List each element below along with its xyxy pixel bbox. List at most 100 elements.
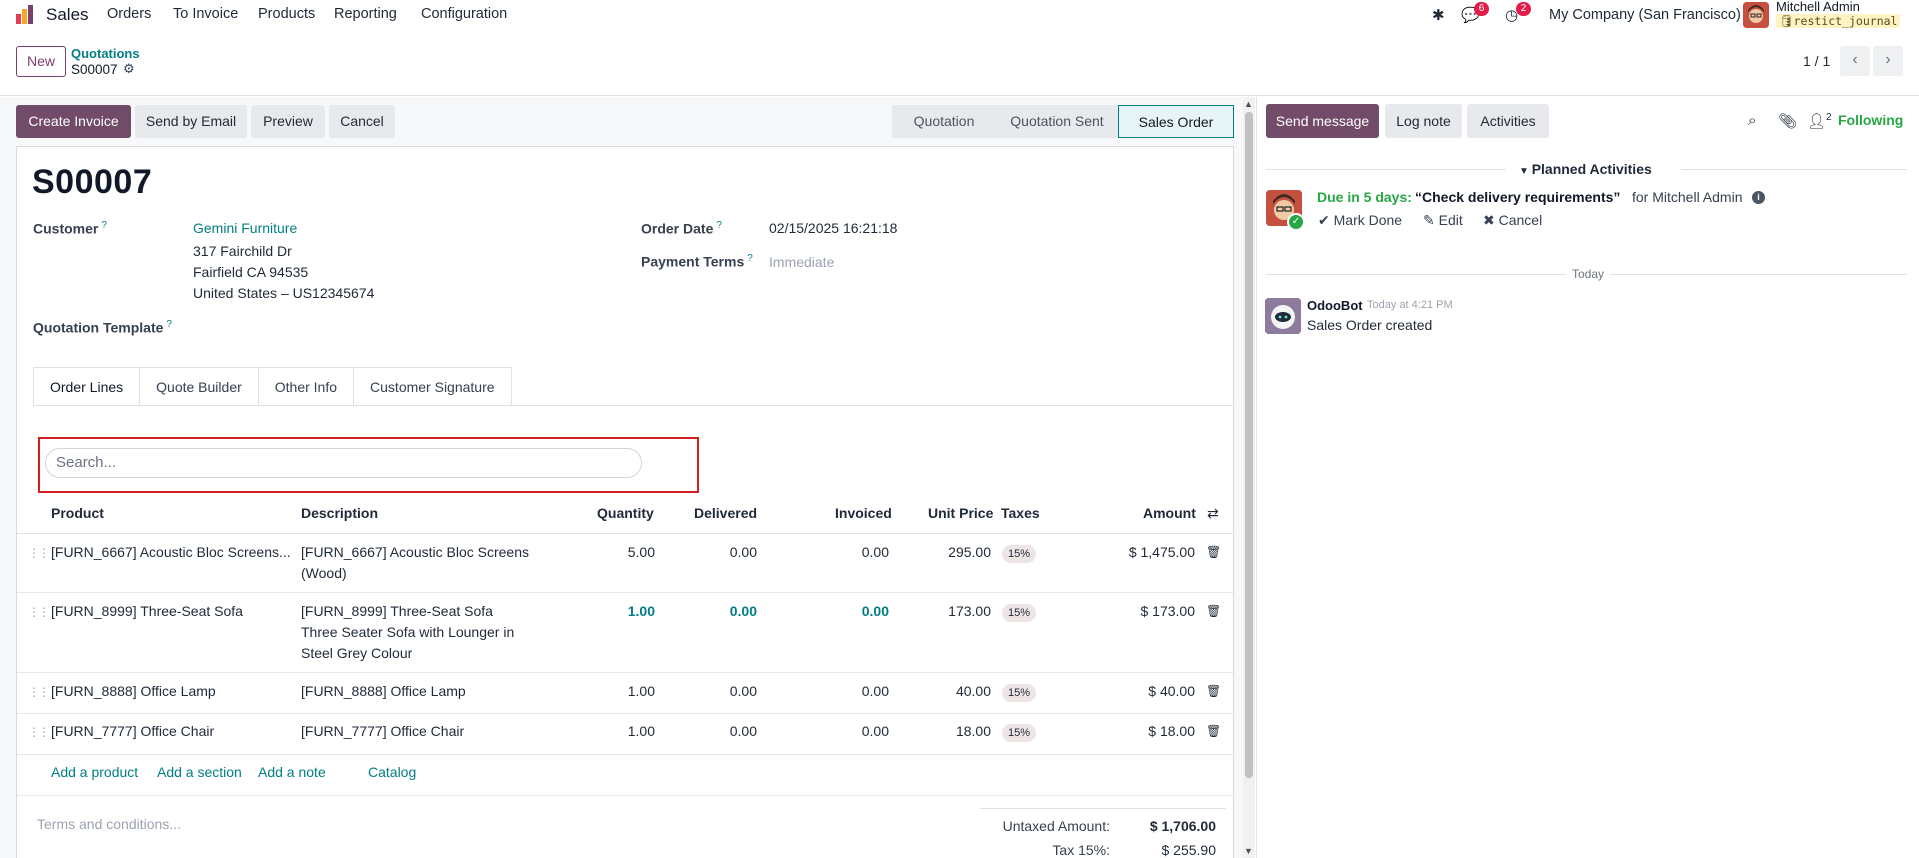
search-icon[interactable]: ⌕: [1748, 112, 1756, 129]
new-button[interactable]: New: [16, 46, 66, 77]
send-by-email-button[interactable]: Send by Email: [135, 105, 247, 138]
messages-icon[interactable]: 💬 6: [1461, 2, 1489, 24]
activities-button[interactable]: Activities: [1467, 104, 1549, 138]
row-quantity[interactable]: 5.00: [575, 542, 655, 563]
row-description[interactable]: [FURN_8999] Three-Seat Sofa Three Seater…: [301, 601, 531, 664]
row-tax-badge[interactable]: 15%: [1002, 604, 1037, 622]
row-unit-price[interactable]: 18.00: [911, 721, 991, 742]
template-help-icon[interactable]: ?: [166, 319, 172, 330]
create-invoice-button[interactable]: Create Invoice: [16, 105, 131, 138]
user-avatar[interactable]: [1743, 2, 1769, 28]
status-quotation-sent[interactable]: Quotation Sent: [996, 105, 1118, 138]
terms-and-conditions-field[interactable]: Terms and conditions...: [37, 816, 181, 832]
payment-terms-help-icon[interactable]: ?: [747, 253, 753, 264]
column-settings-icon[interactable]: ⇄: [1207, 505, 1219, 522]
add-note-link[interactable]: Add a note: [258, 764, 326, 780]
customer-help-icon[interactable]: ?: [101, 220, 107, 231]
cancel-activity-button[interactable]: ✖ Cancel: [1483, 212, 1542, 229]
row-quantity[interactable]: 1.00: [575, 601, 655, 622]
row-tax-badge[interactable]: 15%: [1002, 545, 1037, 563]
tab-other-info[interactable]: Other Info: [257, 367, 355, 406]
edit-activity-button[interactable]: ✎ Edit: [1423, 212, 1463, 229]
menu-orders[interactable]: Orders: [107, 6, 151, 22]
drag-handle-icon[interactable]: ⋮⋮: [28, 546, 50, 560]
info-icon[interactable]: i: [1752, 191, 1765, 204]
sales-app-icon[interactable]: [14, 4, 36, 26]
row-tax-badge[interactable]: 15%: [1002, 684, 1037, 702]
drag-handle-icon[interactable]: ⋮⋮: [28, 605, 50, 619]
column-taxes[interactable]: Taxes: [1001, 505, 1040, 521]
scroll-down-arrow-icon[interactable]: ▼: [1244, 846, 1253, 856]
order-date-value[interactable]: 02/15/2025 16:21:18: [769, 220, 897, 236]
preview-button[interactable]: Preview: [251, 105, 325, 138]
catalog-link[interactable]: Catalog: [368, 764, 416, 780]
payment-terms-value[interactable]: Immediate: [769, 254, 834, 270]
status-sales-order[interactable]: Sales Order: [1118, 105, 1234, 138]
planned-activities-toggle[interactable]: ▼ Planned Activities: [1519, 161, 1652, 177]
delete-row-icon[interactable]: 🗑︎: [1206, 724, 1221, 738]
breadcrumb-quotations[interactable]: Quotations: [71, 46, 140, 61]
mark-done-button[interactable]: ✔ Mark Done: [1318, 212, 1402, 229]
column-description[interactable]: Description: [301, 505, 378, 521]
menu-to-invoice[interactable]: To Invoice: [173, 6, 238, 22]
company-switcher[interactable]: My Company (San Francisco): [1549, 7, 1741, 23]
add-product-link[interactable]: Add a product: [51, 764, 138, 780]
app-name[interactable]: Sales: [46, 5, 89, 25]
row-description[interactable]: [FURN_8888] Office Lamp: [301, 681, 531, 702]
add-section-link[interactable]: Add a section: [157, 764, 242, 780]
delete-row-icon[interactable]: 🗑︎: [1206, 545, 1221, 559]
activities-clock-icon[interactable]: ◷ 2: [1505, 2, 1531, 24]
menu-reporting[interactable]: Reporting: [334, 6, 397, 22]
drag-handle-icon[interactable]: ⋮⋮: [28, 685, 50, 699]
order-lines-search-input[interactable]: Search...: [45, 448, 642, 478]
column-quantity[interactable]: Quantity: [597, 505, 654, 521]
following-button[interactable]: Following: [1838, 112, 1903, 128]
row-unit-price[interactable]: 295.00: [911, 542, 991, 563]
tabs-divider: [33, 405, 1233, 406]
send-message-button[interactable]: Send message: [1266, 104, 1379, 138]
today-label: Today: [1566, 267, 1611, 281]
tab-quote-builder[interactable]: Quote Builder: [139, 367, 259, 406]
pager-value[interactable]: 1 / 1: [1803, 53, 1830, 69]
row-product[interactable]: [FURN_7777] Office Chair: [51, 721, 291, 742]
row-quantity[interactable]: 1.00: [575, 681, 655, 702]
row-description[interactable]: [FURN_7777] Office Chair: [301, 721, 531, 742]
row-divider: [17, 754, 1233, 755]
tax-value: $ 255.90: [1161, 842, 1217, 858]
cancel-button[interactable]: Cancel: [329, 105, 395, 138]
tab-order-lines[interactable]: Order Lines: [33, 367, 141, 406]
delete-row-icon[interactable]: 🗑︎: [1206, 604, 1221, 618]
message-author[interactable]: OdooBot: [1307, 298, 1363, 313]
row-product[interactable]: [FURN_8999] Three-Seat Sofa: [51, 601, 291, 622]
pager-previous-button[interactable]: ‹: [1840, 46, 1870, 76]
column-invoiced[interactable]: Invoiced: [835, 505, 892, 521]
menu-products[interactable]: Products: [258, 6, 315, 22]
log-note-button[interactable]: Log note: [1385, 104, 1462, 138]
row-unit-price[interactable]: 40.00: [911, 681, 991, 702]
gear-icon[interactable]: ⚙: [123, 61, 135, 77]
bug-icon[interactable]: ✱: [1432, 6, 1445, 24]
row-product[interactable]: [FURN_6667] Acoustic Bloc Screens...: [51, 542, 291, 563]
row-product[interactable]: [FURN_8888] Office Lamp: [51, 681, 291, 702]
delete-row-icon[interactable]: 🗑︎: [1206, 684, 1221, 698]
row-quantity[interactable]: 1.00: [575, 721, 655, 742]
order-date-help-icon[interactable]: ?: [716, 220, 722, 231]
attachment-icon[interactable]: 📎︎: [1778, 112, 1797, 130]
scroll-up-arrow-icon[interactable]: ▲: [1244, 99, 1253, 109]
followers-icon[interactable]: 👤︎2: [1807, 112, 1832, 130]
form-scrollbar-thumb[interactable]: [1245, 112, 1253, 778]
status-quotation[interactable]: Quotation: [892, 105, 996, 138]
user-name[interactable]: Mitchell Admin: [1776, 0, 1860, 14]
column-amount[interactable]: Amount: [1143, 505, 1196, 521]
row-tax-badge[interactable]: 15%: [1002, 724, 1037, 742]
row-description[interactable]: [FURN_6667] Acoustic Bloc Screens (Wood): [301, 542, 531, 584]
tab-customer-signature[interactable]: Customer Signature: [353, 367, 512, 406]
customer-name[interactable]: Gemini Furniture: [193, 220, 297, 236]
pager-next-button[interactable]: ›: [1873, 46, 1903, 76]
column-product[interactable]: Product: [51, 505, 104, 521]
row-unit-price[interactable]: 173.00: [911, 601, 991, 622]
drag-handle-icon[interactable]: ⋮⋮: [28, 725, 50, 739]
column-delivered[interactable]: Delivered: [694, 505, 757, 521]
column-unit-price[interactable]: Unit Price: [928, 505, 993, 521]
menu-configuration[interactable]: Configuration: [421, 6, 507, 22]
